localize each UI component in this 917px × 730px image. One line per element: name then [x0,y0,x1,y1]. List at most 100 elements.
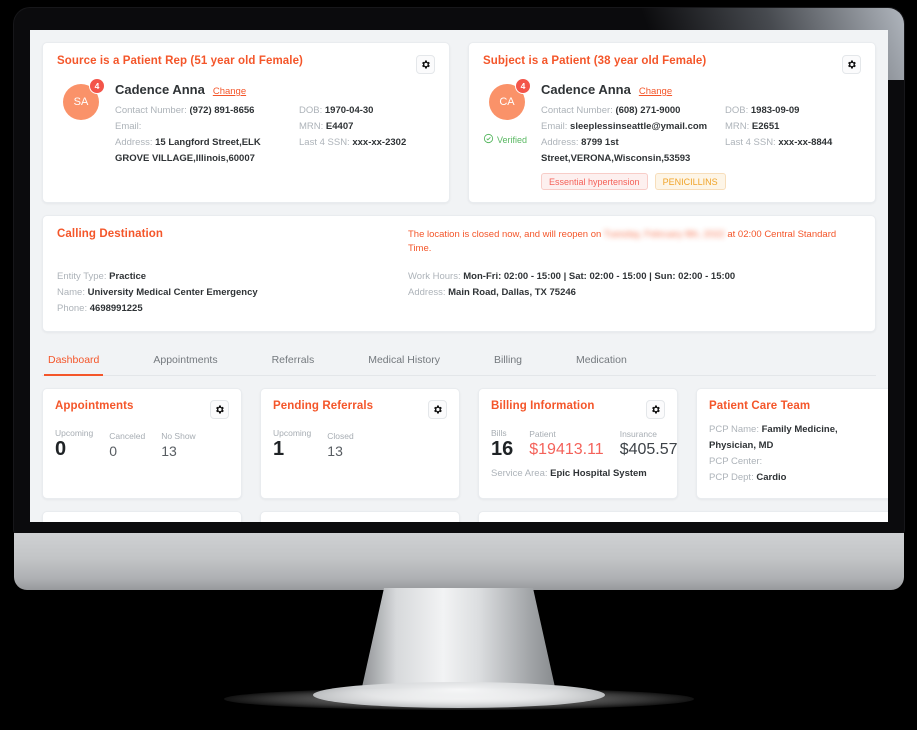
monitor-shadow [223,688,694,710]
stat-value: 0 [109,443,118,459]
tab-medical-history[interactable]: Medical History [364,347,444,376]
field-label: Address: [408,287,446,298]
screen-viewport: Source is a Patient Rep (51 year old Fem… [30,30,888,522]
field-label: Last 4 SSN: [299,137,350,148]
closed-notice: The location is closed now, and will reo… [408,228,861,256]
subject-avatar-column: CA 4 Verified [483,78,541,190]
tab-dashboard[interactable]: Dashboard [44,347,104,376]
field-row: Address: 8799 1st Street,VERONA,Wisconsi… [541,135,715,167]
main-tabs: Dashboard Appointments Referrals Medical… [42,346,876,376]
field-value: Cardio [756,472,787,483]
field-row: Address: 15 Langford Street,ELK GROVE VI… [115,135,289,167]
source-card-settings-button[interactable] [416,55,435,74]
patient-care-team-widget: Patient Care Team PCP Name: Family Medic… [696,388,888,499]
field-label: Name: [57,287,85,298]
field-value: E2651 [751,121,780,132]
field-row: Entity Type: Practice [57,269,408,285]
service-area-row: Service Area: Epic Hospital System [491,468,665,479]
source-avatar-wrap: SA 4 [63,78,105,120]
field-label: PCP Dept: [709,472,754,483]
subject-card-title: Subject is a Patient (38 year old Female… [483,55,707,67]
gear-icon [846,59,857,70]
calling-destination-detail-grid: Entity Type: Practice Name: University M… [57,269,861,317]
stat-closed: Closed 13 [327,431,353,460]
subject-change-link[interactable]: Change [639,86,672,97]
stat-insurance-amount: Insurance $405.57 [620,429,678,460]
field-value: sleeplessinseattle@ymail.com [570,121,708,132]
billing-settings-button[interactable] [646,400,665,419]
condition-chip[interactable]: Essential hypertension [541,173,648,190]
condition-allergy-chips: Essential hypertension PENICILLINS [541,173,861,190]
stat-upcoming: Upcoming 0 [55,428,93,460]
employment-information-card: Employment Information Employer Name: EH… [260,511,460,522]
source-name-row: Cadence Anna Change [115,82,435,97]
billing-information-widget: Billing Information Bills 16 Patient $19… [478,388,678,499]
source-fields-left: Contact Number: (972) 891-8656 Email: Ad… [115,103,289,167]
field-row: Last 4 SSN: xxx-xx-8844 [725,135,861,151]
subject-details: Cadence Anna Change Contact Number: (608… [541,82,861,190]
stat-label: Closed [327,431,354,441]
field-row: Name: University Medical Center Emergenc… [57,285,408,301]
stat-bills: Bills 16 [491,428,513,460]
field-label: Email: [541,121,568,132]
field-label: Address: [541,137,579,148]
field-label: Phone: [57,303,88,314]
field-row: PCP Name: Family Medicine, Physician, MD [709,422,883,454]
field-value: Mon-Fri: 02:00 - 15:00 | Sat: 02:00 - 15… [463,271,736,282]
subject-card-body: CA 4 Verified Cadence Anna Change Contac… [483,78,861,190]
appointments-settings-button[interactable] [210,400,229,419]
field-row: PCP Dept: Cardio [709,470,883,486]
field-row: DOB: 1983-09-09 [725,103,861,119]
dashboard-widgets-row: Appointments Upcoming 0 Canceled 0 No Sh… [42,388,888,499]
stat-value: 13 [161,443,177,459]
field-label: PCP Name: [709,424,759,435]
field-label: PCP Center: [709,456,763,467]
tab-appointments[interactable]: Appointments [149,347,221,376]
screenshot-stage: Source is a Patient Rep (51 year old Fem… [0,0,917,730]
stat-label: Canceled [109,431,146,441]
stat-label: No Show [161,431,196,441]
calling-destination-header-grid: Calling Destination The location is clos… [57,228,861,256]
field-row: DOB: 1970-04-30 [299,103,435,119]
field-label: DOB: [299,105,323,116]
source-card-header: Source is a Patient Rep (51 year old Fem… [57,55,435,74]
verified-label: Verified [497,134,528,145]
field-row: Address: Main Road, Dallas, TX 75246 [408,285,861,301]
subject-card-header: Subject is a Patient (38 year old Female… [483,55,861,74]
notice-prefix: The location is closed now, and will reo… [408,229,604,240]
pending-referrals-widget: Pending Referrals Upcoming 1 Closed 13 [260,388,460,499]
source-card-body: SA 4 Cadence Anna Change Contact Number:… [57,78,435,167]
subject-card-settings-button[interactable] [842,55,861,74]
gear-icon [214,404,225,415]
field-value: Main Road, Dallas, TX 75246 [448,287,576,298]
pending-referrals-settings-button[interactable] [428,400,447,419]
field-label: MRN: [299,121,324,132]
calling-destination-title-col: Calling Destination [57,228,408,256]
subject-fields: Contact Number: (608) 271-9000 Email: sl… [541,103,861,167]
field-value: E4407 [325,121,354,132]
source-change-link[interactable]: Change [213,86,246,97]
field-label: Entity Type: [57,271,107,282]
subject-avatar-wrap: CA 4 [489,78,531,120]
care-team-fields: PCP Name: Family Medicine, Physician, MD… [709,422,883,486]
pending-referrals-widget-header: Pending Referrals [273,400,447,419]
field-row: Contact Number: (972) 891-8656 [115,103,289,119]
field-value: xxx-xx-8844 [778,137,833,148]
subject-patient-name: Cadence Anna [541,82,631,97]
service-area-value: Epic Hospital System [550,468,647,479]
gear-icon [420,59,431,70]
stat-no-show: No Show 13 [161,431,196,460]
field-row: Email: [115,119,289,135]
check-circle-icon [483,133,494,146]
appointments-widget-header: Appointments [55,400,229,419]
field-label: Address: [115,137,153,148]
tab-medication[interactable]: Medication [572,347,631,376]
tab-billing[interactable]: Billing [490,347,526,376]
source-fields-right: DOB: 1970-04-30 MRN: E4407 Last 4 SSN: x… [299,103,435,167]
source-patient-name: Cadence Anna [115,82,205,97]
avatar-count-badge: 4 [515,78,531,94]
tab-referrals[interactable]: Referrals [268,347,319,376]
field-label: Last 4 SSN: [725,137,776,148]
stat-value: $19413.11 [529,441,604,458]
allergy-chip[interactable]: PENICILLINS [654,173,726,190]
